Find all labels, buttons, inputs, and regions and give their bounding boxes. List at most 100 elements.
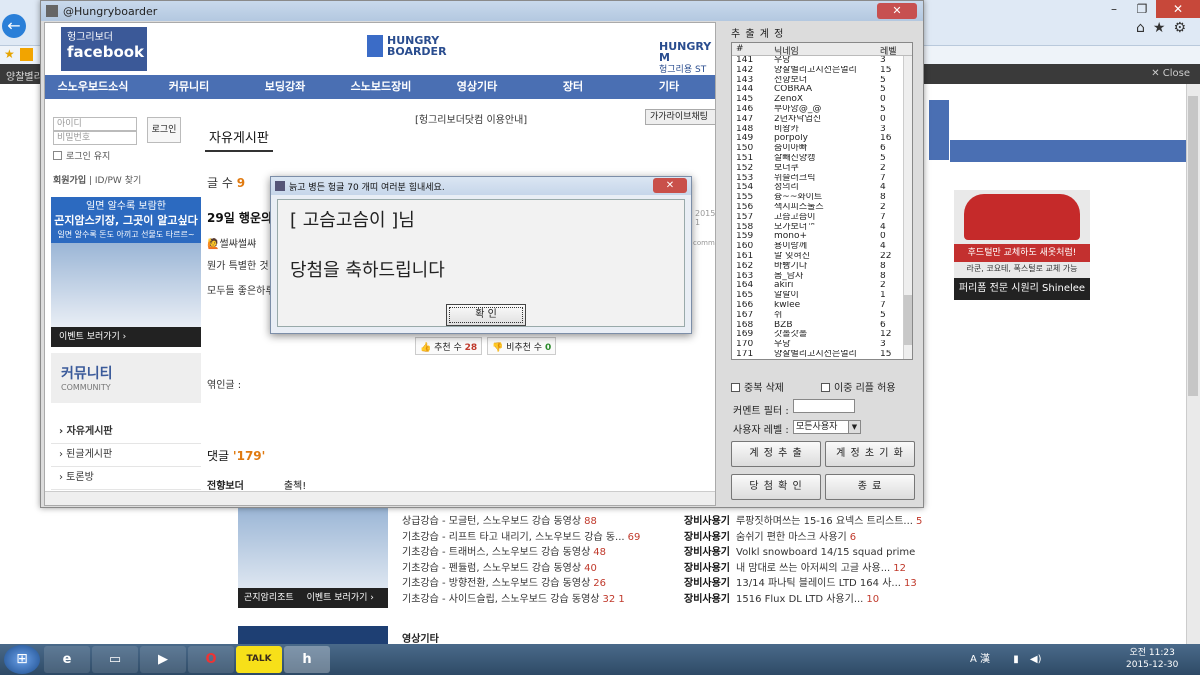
dialog-close-button[interactable]: ✕: [653, 178, 687, 193]
account-row[interactable]: 149 porpoly 16: [732, 134, 902, 144]
window-close-button[interactable]: ✕: [877, 3, 917, 19]
account-row[interactable]: 162 바빵기다 8: [732, 262, 902, 272]
account-row[interactable]: 147 2년차낙엽신 0: [732, 115, 902, 125]
user-level-select[interactable]: 모든사용자 ▼: [793, 420, 861, 434]
account-row[interactable]: 157 고슴고슴이 7: [732, 213, 902, 223]
favorites-star-icon[interactable]: ★: [4, 47, 15, 61]
post-author[interactable]: 🙋썰쌰썰쌰: [207, 235, 256, 250]
kakaotalk-taskbar-icon[interactable]: TALK: [236, 646, 282, 673]
account-row[interactable]: 161 말 잊혀진 22: [732, 252, 902, 262]
lesson-item[interactable]: 기초강습 - 트래버스, 스노우보드 강습 동영상 48: [402, 545, 664, 561]
gear-icon[interactable]: ⚙: [1173, 20, 1194, 36]
dup-delete-checkbox[interactable]: 중복 삭제: [731, 379, 784, 394]
account-row[interactable]: 164 akiri 2: [732, 281, 902, 291]
recommend-button[interactable]: 👍 추천 수 28: [415, 337, 483, 355]
menu-good-board[interactable]: › 된글게시판: [51, 444, 201, 467]
account-row[interactable]: 145 ZenoX 0: [732, 95, 902, 105]
account-row[interactable]: 144 COBRAA 5: [732, 85, 902, 95]
maximize-icon[interactable]: ❐: [1128, 0, 1156, 18]
account-row[interactable]: 168 BZB 6: [732, 321, 902, 331]
account-row[interactable]: 151 살빼진양캥 5: [732, 154, 902, 164]
bg-ad-image[interactable]: 곤지암리조트 이벤트 보러가기 ›: [238, 508, 388, 608]
tab-label[interactable]: 양찰별리: [6, 68, 43, 83]
account-row[interactable]: 150 숨이아빠 6: [732, 144, 902, 154]
nav-item[interactable]: 커뮤니티: [141, 75, 237, 99]
notice-link[interactable]: [헝그리보더닷컴 이용안내]: [415, 111, 527, 126]
clock[interactable]: 오전 11:23 2015-12-30: [1126, 647, 1178, 671]
gear-review-item[interactable]: 장비사용기 13/14 파나틱 블레이드 LTD 164 사... 13: [684, 576, 946, 592]
nav-item[interactable]: 스노보드장비: [333, 75, 429, 99]
network-icon[interactable]: ▮: [1013, 654, 1019, 665]
nav-item[interactable]: 기타: [621, 75, 715, 99]
site-logo[interactable]: HUNGRY BOARDER: [367, 35, 447, 57]
join-link[interactable]: 회원가입: [53, 176, 86, 186]
nav-item[interactable]: 장터: [525, 75, 621, 99]
nav-item[interactable]: 영상기타: [429, 75, 525, 99]
comment-filter-input[interactable]: [793, 399, 855, 413]
menu-free-board[interactable]: › 자유게시판: [51, 421, 201, 444]
lesson-item[interactable]: 상급강습 - 모글턴, 스노우보드 강습 동영상 88: [402, 514, 664, 530]
account-list[interactable]: # 닉네임 레벨 141 우당 3 142 양찰별리고시선은멀리 15 143 전향보더 5 14…: [731, 42, 913, 360]
volume-icon[interactable]: ◀): [1030, 654, 1042, 665]
secondary-logo[interactable]: HUNGRY M 헝그리용 ST: [659, 41, 715, 76]
account-row[interactable]: 153 위슬러크릭 7: [732, 174, 902, 184]
not-recommend-button[interactable]: 👎 비추천 수 0: [487, 337, 557, 355]
account-row[interactable]: 141 우당 3: [732, 56, 902, 66]
gear-review-item[interactable]: 장비사용기 숨쉬기 편한 마스크 사용기 6: [684, 530, 946, 546]
exit-button[interactable]: 종 료: [825, 474, 915, 500]
account-row[interactable]: 142 양찰별리고시선은멀리 15: [732, 66, 902, 76]
lesson-item[interactable]: 기초강습 - 펜듈럼, 스노우보드 강습 동영상 40: [402, 561, 664, 577]
bing-icon[interactable]: [20, 48, 33, 61]
account-row[interactable]: 160 용이랑께 4: [732, 242, 902, 252]
account-row[interactable]: 165 알랄이 1: [732, 291, 902, 301]
close-icon[interactable]: ✕: [1156, 0, 1200, 18]
right-advertisement[interactable]: 후드털만 교체하도 새옷처럼! 라쿤, 코요테, 폭스털로 교체 가능 퍼리폼 …: [954, 190, 1090, 300]
allow-dup-reply-checkbox[interactable]: 이중 리플 허용: [821, 379, 896, 394]
account-row[interactable]: 171 양찰별리고시선은멀리 15: [732, 350, 902, 359]
account-row[interactable]: 167 쉬 5: [732, 311, 902, 321]
opera-taskbar-icon[interactable]: O: [188, 646, 234, 673]
id-input[interactable]: 아이디: [53, 117, 137, 131]
keep-login-checkbox[interactable]: [53, 151, 62, 160]
start-button[interactable]: ⊞: [4, 645, 40, 674]
lesson-item[interactable]: 기초강습 - 방향전환, 스노우보드 강습 동영상 26: [402, 576, 664, 592]
list-scrollbar-thumb[interactable]: [904, 295, 912, 345]
bg-video-thumb[interactable]: [238, 626, 388, 644]
account-row[interactable]: 148 비왕카 3: [732, 125, 902, 135]
account-row[interactable]: 169 갓홀갓홀 12: [732, 330, 902, 340]
media-taskbar-icon[interactable]: ▶: [140, 646, 186, 673]
left-advertisement[interactable]: 일면 알수록 보람한 곤지암스키장, 그곳이 알고싶다 일면 알수록 돈도 아끼고 …: [51, 197, 201, 347]
ime-indicator[interactable]: A 漢: [970, 654, 990, 665]
find-link[interactable]: ID/PW 찾기: [95, 176, 141, 186]
account-row[interactable]: 158 모가보더™ 4: [732, 223, 902, 233]
account-row[interactable]: 143 전향보더 5: [732, 76, 902, 86]
lesson-item[interactable]: 기초강습 - 사이드슬립, 스노우보드 강습 동영상 32 1: [402, 592, 664, 608]
account-row[interactable]: 170 우당 3: [732, 340, 902, 350]
gear-review-item[interactable]: 장비사용기 내 맘대로 쓰는 아저씨의 고글 사용... 12: [684, 561, 946, 577]
col-number[interactable]: #: [736, 44, 744, 54]
minimize-icon[interactable]: –: [1100, 0, 1128, 18]
account-row[interactable]: 163 봄_남자 8: [732, 272, 902, 282]
extract-accounts-button[interactable]: 계 정 추 출: [731, 441, 821, 467]
check-winner-button[interactable]: 당 첨 확 인: [731, 474, 821, 500]
app-taskbar-icon[interactable]: h: [284, 646, 330, 673]
gear-review-item[interactable]: 장비사용기 Volkl snowboard 14/15 squad prime: [684, 545, 946, 561]
back-icon[interactable]: ←: [2, 14, 26, 38]
account-row[interactable]: 154 정의리 4: [732, 183, 902, 193]
gear-review-item[interactable]: 장비사용기 루팡짓하며쓰는 15-16 요넥스 트리스트... 5: [684, 514, 946, 530]
page-scrollbar-thumb[interactable]: [1188, 96, 1198, 396]
nav-item[interactable]: 보딩강좌: [237, 75, 333, 99]
ok-button[interactable]: 확 인: [446, 304, 526, 326]
account-row[interactable]: 166 kwlee 7: [732, 301, 902, 311]
star-icon[interactable]: ★: [1153, 20, 1174, 36]
reset-accounts-button[interactable]: 계 정 초 기 화: [825, 441, 915, 467]
account-row[interactable]: 159 mono+ 0: [732, 232, 902, 242]
password-input[interactable]: 비밀번호: [53, 131, 137, 145]
login-button[interactable]: 로그인: [147, 117, 181, 143]
bg-ad-footer[interactable]: 이벤트 보러가기 ›: [307, 593, 374, 603]
account-row[interactable]: 146 부아앙@_@ 5: [732, 105, 902, 115]
horizontal-scrollbar[interactable]: [45, 491, 715, 505]
gear-review-item[interactable]: 장비사용기 1516 Flux DL LTD 사용기... 10: [684, 592, 946, 608]
ad-footer[interactable]: 이벤트 보러가기 ›: [51, 327, 201, 347]
account-row[interactable]: 156 색시피스툴즈 2: [732, 203, 902, 213]
